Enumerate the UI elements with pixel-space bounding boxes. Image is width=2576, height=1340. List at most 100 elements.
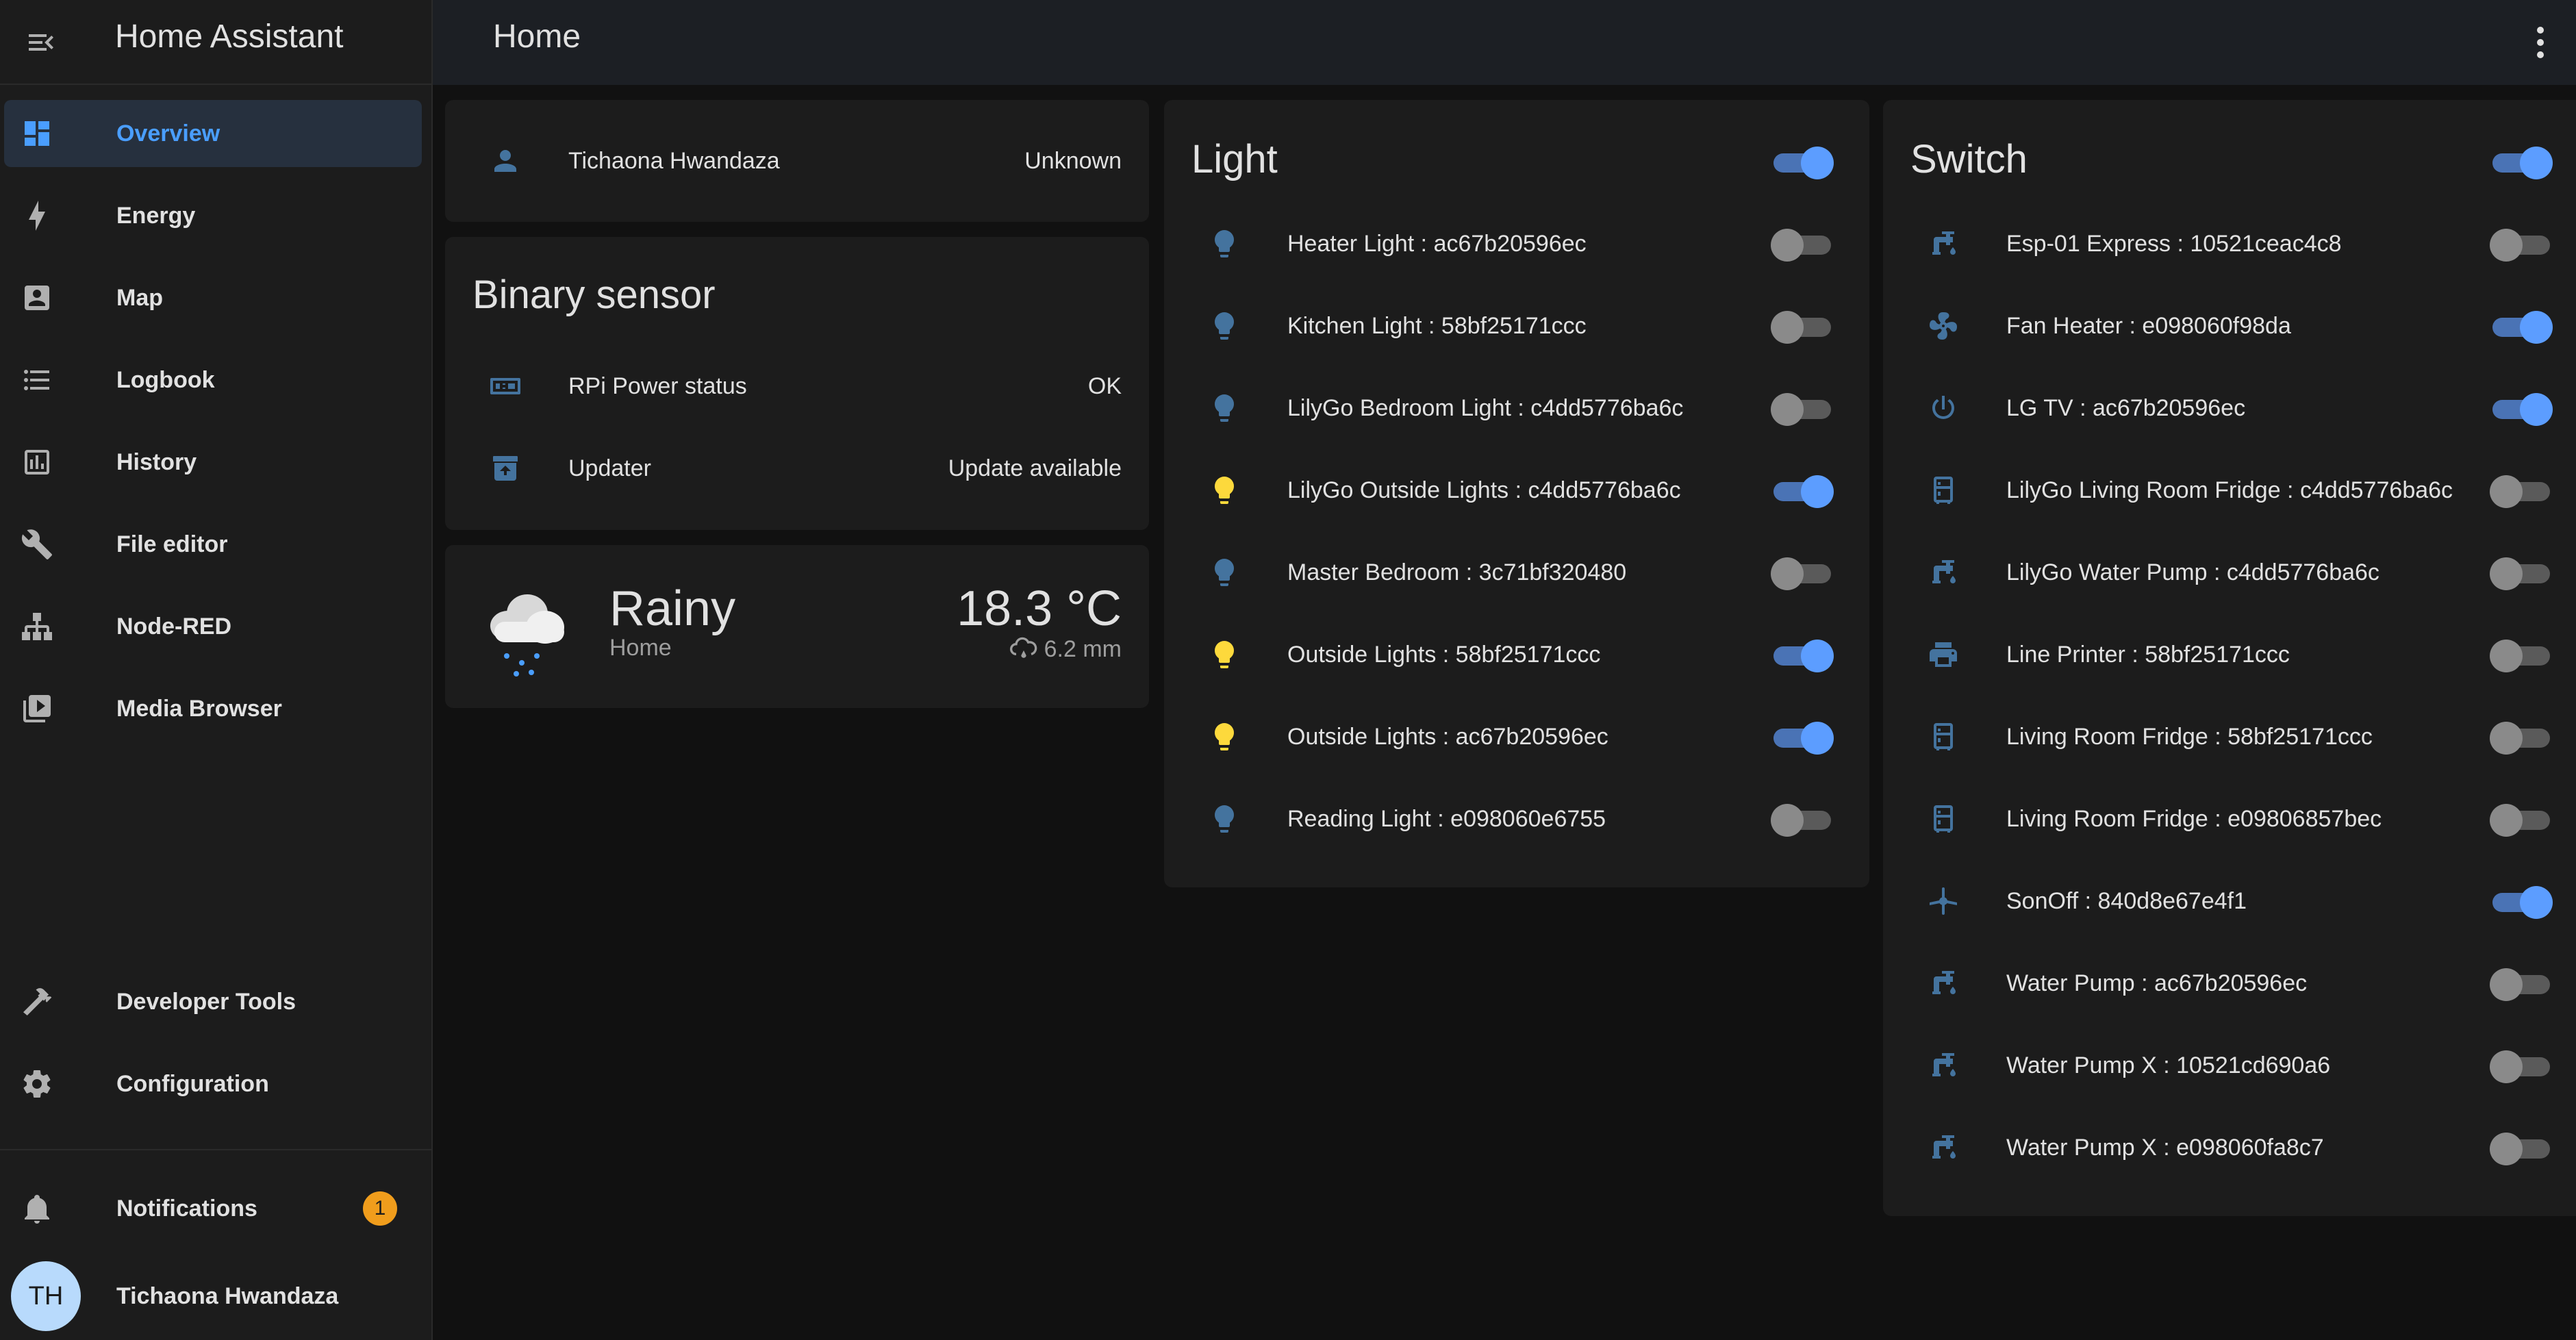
sidebar-item-logbook[interactable]: Logbook — [4, 346, 422, 414]
lightbulb-icon — [1215, 394, 1234, 422]
entity-row[interactable]: Living Room Fridge : e09806857bec — [1883, 778, 2576, 860]
card-title: Light — [1191, 137, 1278, 181]
sidebar-item-history[interactable]: History — [4, 429, 422, 496]
sidebar-item-file-editor[interactable]: File editor — [4, 511, 422, 578]
entity-toggle[interactable] — [2490, 305, 2553, 346]
sidebar-item-developer-tools[interactable]: Developer Tools — [4, 968, 422, 1035]
switch-group-toggle[interactable] — [2490, 141, 2553, 182]
entity-row[interactable]: Water Pump X : 10521cd690a6 — [1883, 1024, 2576, 1107]
format-list-bulleted-icon — [24, 370, 49, 390]
notification-count-badge: 1 — [363, 1191, 397, 1226]
entity-row[interactable]: Heater Light : ac67b20596ec — [1164, 203, 1869, 285]
entity-name: Heater Light : ac67b20596ec — [1287, 231, 1587, 257]
cog-icon — [23, 1070, 51, 1098]
entity-row[interactable]: LG TV : ac67b20596ec — [1883, 367, 2576, 449]
entity-toggle[interactable] — [1771, 470, 1834, 511]
entity-toggle[interactable] — [1771, 552, 1834, 593]
play-box-multiple-icon — [23, 695, 51, 722]
sidebar-item-notifications[interactable]: Notifications 1 — [4, 1175, 422, 1242]
power-icon — [1932, 396, 1954, 419]
sidebar-item-label: Energy — [116, 203, 196, 229]
entity-toggle[interactable] — [2490, 716, 2553, 757]
entity-toggle[interactable] — [1771, 305, 1834, 346]
entity-toggle[interactable] — [1771, 798, 1834, 839]
menu-toggle-button[interactable] — [16, 18, 66, 67]
weather-rainy-icon — [490, 594, 564, 677]
sidebar-item-media-browser[interactable]: Media Browser — [4, 675, 422, 742]
printer-icon — [1930, 642, 1957, 667]
entity-row[interactable]: LilyGo Bedroom Light : c4dd5776ba6c — [1164, 367, 1869, 449]
lightbulb-icon — [1215, 723, 1234, 750]
entity-toggle[interactable] — [2490, 470, 2553, 511]
sidebar-item-label: Configuration — [116, 1071, 269, 1097]
sidebar-item-map[interactable]: Map — [4, 264, 422, 331]
entity-row[interactable]: LilyGo Living Room Fridge : c4dd5776ba6c — [1883, 449, 2576, 531]
entity-row[interactable]: Outside Lights : 58bf25171ccc — [1164, 614, 1869, 696]
weather-precipitation-row: 6.2 mm — [1009, 634, 1122, 664]
lightbulb-icon — [1215, 312, 1234, 340]
sidebar-item-label: Map — [116, 285, 163, 311]
sidebar-item-profile[interactable]: TH Tichaona Hwandaza — [4, 1257, 422, 1335]
entity-row[interactable]: Fan Heater : e098060f98da — [1883, 285, 2576, 367]
entity-row[interactable]: Living Room Fridge : 58bf25171ccc — [1883, 696, 2576, 778]
sidebar-item-configuration[interactable]: Configuration — [4, 1050, 422, 1117]
entity-toggle[interactable] — [2490, 223, 2553, 264]
entity-row[interactable]: LilyGo Water Pump : c4dd5776ba6c — [1883, 531, 2576, 614]
entity-row[interactable]: Esp-01 Express : 10521ceac4c8 — [1883, 203, 2576, 285]
top-app-bar: Home — [433, 0, 2576, 85]
entity-row[interactable]: Updater Update available — [445, 427, 1149, 509]
entity-toggle[interactable] — [2490, 963, 2553, 1004]
entity-toggle[interactable] — [2490, 1127, 2553, 1168]
entity-toggle[interactable] — [2490, 388, 2553, 429]
sidebar-item-energy[interactable]: Energy — [4, 182, 422, 249]
sidebar-item-overview[interactable]: Overview — [4, 100, 422, 167]
sidebar-item-label: Overview — [116, 121, 220, 147]
entity-name: LilyGo Outside Lights : c4dd5776ba6c — [1287, 477, 1681, 503]
sidebar-item-label: Notifications — [116, 1196, 257, 1222]
account-box-icon — [25, 286, 49, 310]
entity-toggle[interactable] — [2490, 552, 2553, 593]
dots-vertical-icon — [2537, 51, 2544, 58]
entity-name: Living Room Fridge : 58bf25171ccc — [2006, 724, 2373, 750]
more-options-button[interactable] — [2524, 18, 2557, 67]
entity-row[interactable]: Water Pump X : e098060fa8c7 — [1883, 1107, 2576, 1189]
sidebar-divider — [0, 1149, 431, 1150]
entity-toggle[interactable] — [1771, 716, 1834, 757]
view-dashboard-icon — [25, 121, 49, 146]
entity-toggle[interactable] — [1771, 634, 1834, 675]
entity-toggle[interactable] — [2490, 634, 2553, 675]
light-card: Light Heater Light : ac67b20596ec Kitchen… — [1164, 100, 1869, 887]
hammer-icon — [23, 988, 52, 1015]
entity-row[interactable]: RPi Power status OK — [445, 345, 1149, 427]
entity-toggle[interactable] — [2490, 881, 2553, 922]
light-group-toggle[interactable] — [1771, 141, 1834, 182]
entity-name: LG TV : ac67b20596ec — [2006, 395, 2246, 421]
entity-toggle[interactable] — [1771, 223, 1834, 264]
weather-card[interactable]: Rainy Home 18.3 °C 6.2 mm — [445, 545, 1149, 708]
entity-row[interactable]: LilyGo Outside Lights : c4dd5776ba6c — [1164, 449, 1869, 531]
entity-row[interactable]: Line Printer : 58bf25171ccc — [1883, 614, 2576, 696]
entity-row[interactable]: Water Pump : ac67b20596ec — [1883, 942, 2576, 1024]
sidebar-item-node-red[interactable]: Node-RED — [4, 593, 422, 660]
person-card[interactable]: Tichaona Hwandaza Unknown — [445, 100, 1149, 222]
entity-toggle[interactable] — [1771, 388, 1834, 429]
sidebar-item-label: File editor — [116, 531, 228, 557]
entity-row[interactable]: Kitchen Light : 58bf25171ccc — [1164, 285, 1869, 367]
entity-state: Update available — [948, 455, 1122, 481]
entity-toggle[interactable] — [2490, 798, 2553, 839]
entity-name: Fan Heater : e098060f98da — [2006, 313, 2291, 339]
entity-name: Outside Lights : ac67b20596ec — [1287, 724, 1608, 750]
entity-row[interactable]: SonOff : 840d8e67e4f1 — [1883, 860, 2576, 942]
app-title: Home Assistant — [115, 18, 344, 55]
weather-condition: Rainy — [609, 581, 736, 636]
person-row[interactable]: Tichaona Hwandaza Unknown — [445, 120, 1149, 202]
binary-sensor-card: Binary sensor RPi Power status OK Update… — [445, 237, 1149, 530]
entity-name: Living Room Fridge : e09806857bec — [2006, 806, 2382, 832]
entity-toggle[interactable] — [2490, 1045, 2553, 1086]
sidebar-user-name: Tichaona Hwandaza — [116, 1283, 339, 1309]
entity-row[interactable]: Master Bedroom : 3c71bf320480 — [1164, 531, 1869, 614]
entity-row[interactable]: Outside Lights : ac67b20596ec — [1164, 696, 1869, 778]
sidebar-header: Home Assistant — [0, 0, 431, 85]
entity-name: Water Pump X : 10521cd690a6 — [2006, 1052, 2331, 1078]
entity-row[interactable]: Reading Light : e098060e6755 — [1164, 778, 1869, 860]
